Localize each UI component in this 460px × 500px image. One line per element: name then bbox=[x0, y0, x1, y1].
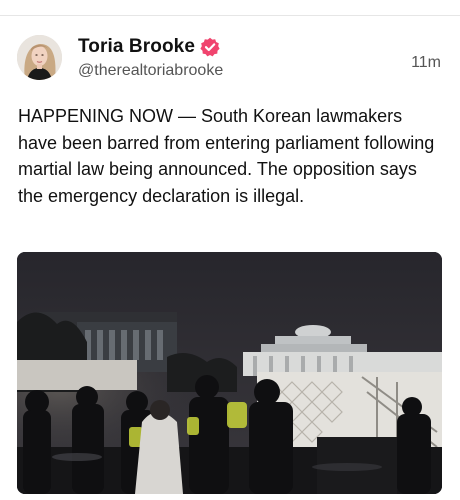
post-header: Toria Brooke @therealtoriabrooke 11m bbox=[17, 35, 443, 83]
post-body-text: HAPPENING NOW — South Korean lawmakers h… bbox=[18, 106, 435, 206]
verified-badge-icon bbox=[200, 37, 220, 57]
author-info: Toria Brooke @therealtoriabrooke bbox=[78, 35, 378, 80]
post-card[interactable]: Toria Brooke @therealtoriabrooke 11m HAP… bbox=[0, 16, 460, 500]
avatar[interactable] bbox=[17, 35, 62, 80]
display-name[interactable]: Toria Brooke bbox=[78, 36, 195, 58]
name-row: Toria Brooke bbox=[78, 35, 378, 59]
user-handle[interactable]: @therealtoriabrooke bbox=[78, 62, 378, 80]
post-timestamp[interactable]: 11m bbox=[411, 54, 441, 72]
post-media-image[interactable] bbox=[17, 252, 442, 494]
